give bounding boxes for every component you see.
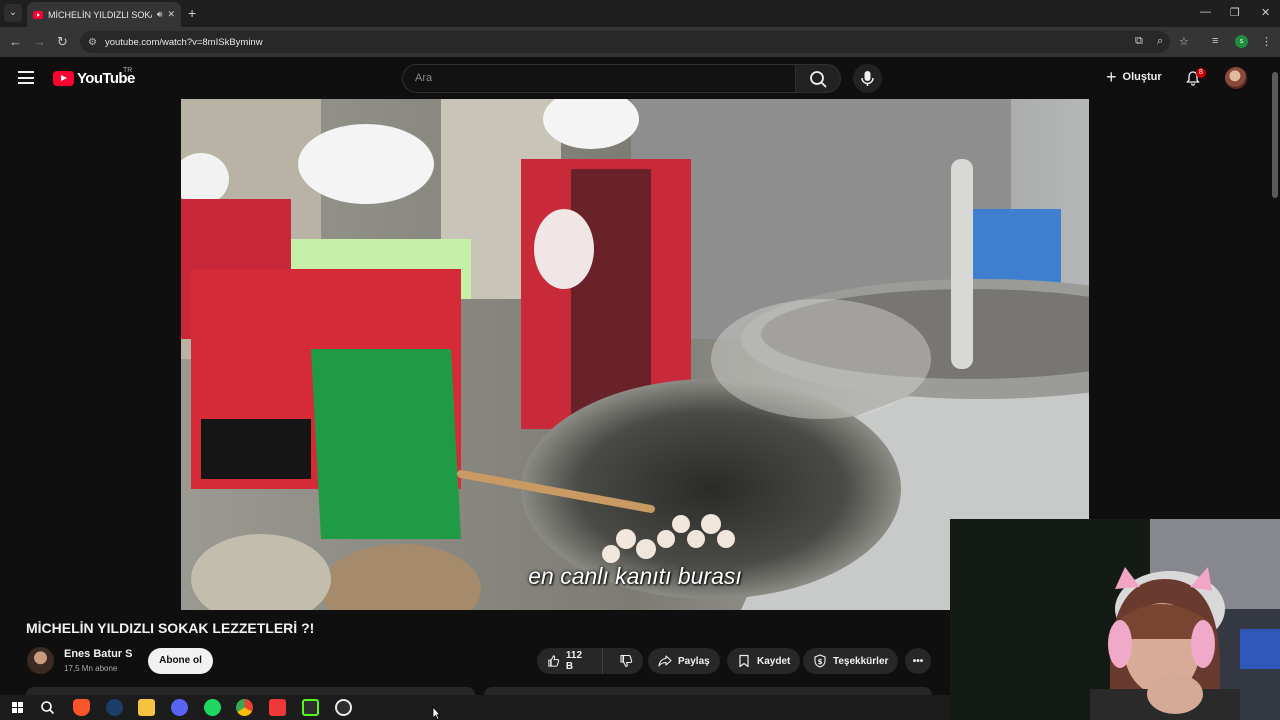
video-title: MİCHELİN YILDIZLI SOKAK LEZZETLERİ ?! <box>26 620 315 636</box>
discord-icon[interactable] <box>171 699 188 716</box>
speaker-icon[interactable]: 🔊︎ <box>157 9 163 20</box>
close-window-icon[interactable]: ✕ <box>1261 6 1270 19</box>
chrome-icon[interactable] <box>236 699 253 716</box>
back-icon[interactable]: ← <box>9 34 22 49</box>
user-avatar[interactable] <box>1225 67 1247 89</box>
chrome-menu-icon[interactable]: ⋮ <box>1261 35 1272 48</box>
bookmark-star-icon[interactable]: ☆ <box>1179 35 1189 48</box>
new-tab-button[interactable]: + <box>188 6 196 20</box>
tab-search-button[interactable]: ⌄ <box>4 4 22 22</box>
tab-title: MİCHELİN YILDIZLI SOKAK LEZZETLERİ ?! <box>48 9 152 20</box>
site-info-icon[interactable]: ⚙︎ <box>88 37 97 48</box>
webcam-overlay <box>950 519 1280 720</box>
thanks-button[interactable]: $ Teşekkürler <box>803 648 899 674</box>
restore-icon[interactable]: ❐ <box>1230 6 1240 19</box>
brave-icon[interactable] <box>73 699 90 716</box>
more-actions-button[interactable]: ••• <box>905 648 931 674</box>
install-app-icon[interactable]: ⧉ <box>1135 35 1143 48</box>
vivaldi-icon[interactable] <box>269 699 286 716</box>
comments-box[interactable] <box>484 687 932 695</box>
subscriber-count: 17,5 Mn abone <box>64 664 118 673</box>
search-input[interactable]: Ara <box>402 64 796 93</box>
thumbs-up-icon <box>548 655 560 667</box>
app-green-icon[interactable] <box>302 699 319 716</box>
description-box[interactable] <box>26 687 475 695</box>
browser-profile-avatar[interactable]: s <box>1235 35 1248 48</box>
spotify-icon[interactable] <box>204 699 221 716</box>
save-label: Kaydet <box>757 655 791 667</box>
mouse-cursor-icon <box>432 706 441 720</box>
notification-badge: 8 <box>1196 68 1206 78</box>
share-icon <box>658 655 672 667</box>
channel-name[interactable]: Enes Batur S <box>64 648 132 660</box>
create-label: Oluştur <box>1122 71 1162 83</box>
address-bar[interactable]: ⚙︎ youtube.com/watch?v=8mISkByminw <box>80 31 1170 53</box>
scrollbar-thumb[interactable] <box>1272 72 1278 198</box>
save-button[interactable]: Kaydet <box>727 648 801 674</box>
like-count: 112 B <box>565 650 583 672</box>
thumbs-down-icon <box>620 654 633 668</box>
svg-text:$: $ <box>818 658 823 666</box>
search-icon[interactable] <box>39 699 56 716</box>
subscribe-button[interactable]: Abone ol <box>148 648 213 674</box>
forward-icon[interactable]: → <box>33 34 46 49</box>
region-code: TR <box>123 67 133 74</box>
voice-search-button[interactable] <box>853 64 882 93</box>
windows-start-icon[interactable] <box>9 699 26 716</box>
browser-toolbar: ← → ↻ ⚙︎ youtube.com/watch?v=8mISkByminw… <box>0 27 1280 57</box>
create-button[interactable]: + Oluştur <box>1106 67 1162 87</box>
share-button[interactable]: Paylaş <box>648 648 720 674</box>
share-label: Paylaş <box>678 655 710 667</box>
browser-tab-active[interactable]: MİCHELİN YILDIZLI SOKAK LEZZETLERİ ?! 🔊︎… <box>27 2 181 27</box>
like-button[interactable]: 112 B <box>537 648 603 674</box>
like-dislike-group: 112 B <box>537 648 643 674</box>
channel-avatar[interactable] <box>27 647 54 674</box>
bookmark-icon <box>739 654 749 668</box>
super-thanks-icon: $ <box>814 654 826 668</box>
streamer-webcam-image <box>950 519 1280 720</box>
youtube-header: YouTube TR Ara + Oluştur 8 <box>0 57 1280 99</box>
speedometer-icon[interactable] <box>335 699 352 716</box>
microphone-icon <box>861 71 874 86</box>
windows-taskbar <box>0 695 950 720</box>
search-button[interactable] <box>795 64 841 93</box>
browser-tab-bar: ⌄ MİCHELİN YILDIZLI SOKAK LEZZETLERİ ?! … <box>0 0 1280 27</box>
thanks-label: Teşekkürler <box>833 655 889 667</box>
youtube-favicon-icon <box>33 10 43 19</box>
dislike-button[interactable] <box>609 648 643 674</box>
hamburger-menu-icon[interactable] <box>18 71 34 84</box>
zoom-icon[interactable]: ⌕ <box>1157 35 1163 48</box>
minimize-icon[interactable]: — <box>1200 6 1211 18</box>
media-control-icon[interactable]: ≡ <box>1212 35 1218 47</box>
plus-icon: + <box>1106 67 1117 87</box>
reload-icon[interactable]: ↻ <box>57 34 68 50</box>
search-icon <box>810 71 827 88</box>
close-tab-icon[interactable]: ✕ <box>167 9 175 20</box>
file-explorer-icon[interactable] <box>138 699 155 716</box>
steam-icon[interactable] <box>106 699 123 716</box>
url-text: youtube.com/watch?v=8mISkByminw <box>104 36 263 48</box>
youtube-play-icon <box>53 71 74 86</box>
